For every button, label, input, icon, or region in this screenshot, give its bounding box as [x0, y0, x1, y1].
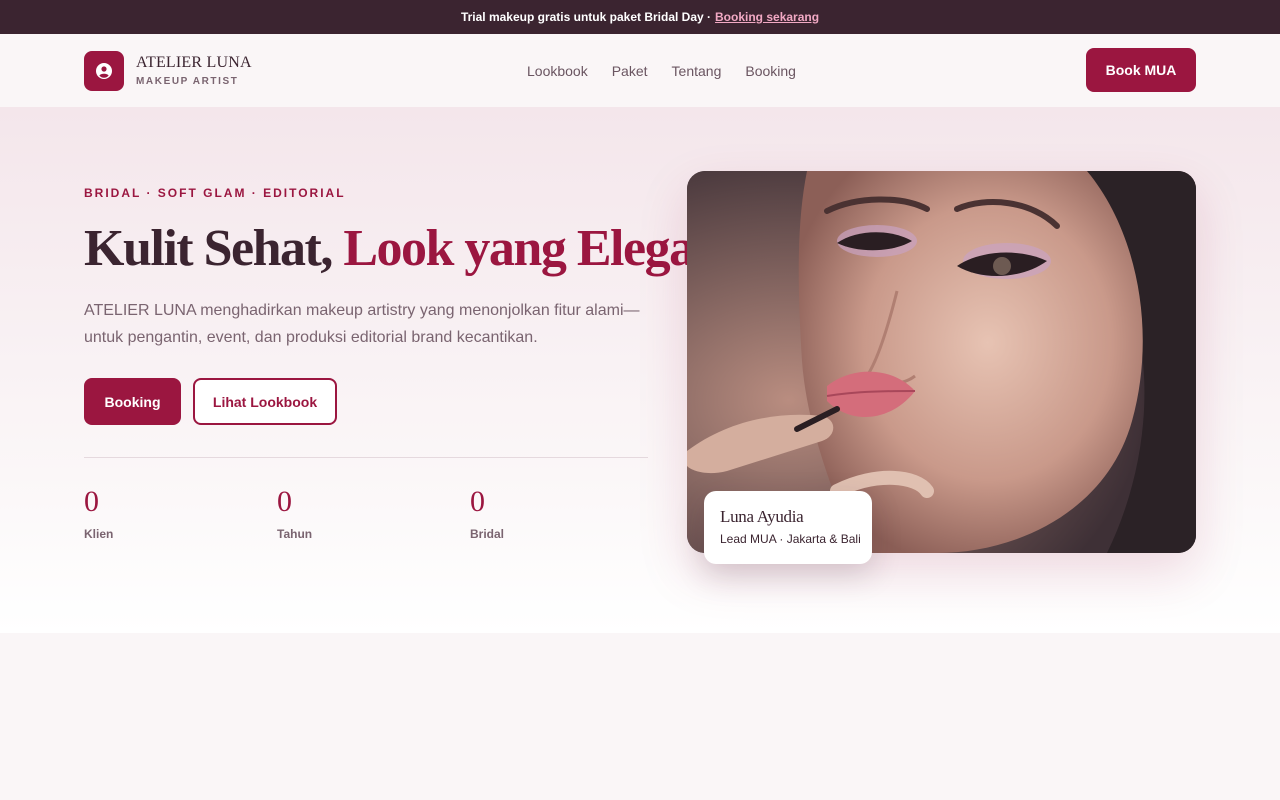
- hero-cta-row: Booking Lihat Lookbook: [84, 378, 337, 425]
- caption-role: Lead MUA · Jakarta & Bali: [720, 532, 861, 546]
- hero-title-accent: Look yang Elegan: [343, 220, 722, 277]
- book-mua-button[interactable]: Book MUA: [1086, 48, 1196, 92]
- main-nav: Lookbook Paket Tentang Booking: [527, 34, 820, 107]
- user-circle-icon: [84, 50, 124, 91]
- caption-name: Luna Ayudia: [720, 507, 804, 526]
- nav-tentang[interactable]: Tentang: [672, 63, 722, 79]
- nav-booking[interactable]: Booking: [745, 63, 796, 79]
- stat-label: Klien: [84, 527, 114, 541]
- stat-value: 0: [277, 485, 292, 518]
- photo-caption-card: Luna Ayudia Lead MUA · Jakarta & Bali: [704, 491, 872, 564]
- brand-name: ATELIER LUNA: [136, 54, 252, 71]
- announcement-booking-link[interactable]: Booking sekarang: [715, 10, 819, 24]
- navbar: ATELIER LUNA MAKEUP ARTIST Lookbook Pake…: [0, 34, 1280, 107]
- announcement-bar: Trial makeup gratis untuk paket Bridal D…: [0, 0, 1280, 34]
- stat-label: Tahun: [277, 527, 313, 541]
- stat-value: 0: [470, 485, 485, 518]
- stat-years: 0 Tahun: [277, 485, 470, 541]
- nav-lookbook[interactable]: Lookbook: [527, 63, 588, 79]
- stat-value: 0: [84, 485, 99, 518]
- hero-divider: [84, 457, 648, 458]
- brand-subtitle: MAKEUP ARTIST: [136, 76, 239, 87]
- hero-eyebrow: BRIDAL · SOFT GLAM · EDITORIAL: [84, 186, 346, 200]
- nav-paket[interactable]: Paket: [612, 63, 648, 79]
- hero-section: BRIDAL · SOFT GLAM · EDITORIAL Kulit Seh…: [0, 107, 1280, 633]
- announcement-text: Trial makeup gratis untuk paket Bridal D…: [460, 10, 712, 24]
- brand-text: ATELIER LUNA MAKEUP ARTIST: [136, 54, 252, 87]
- stats-row: 0 Klien 0 Tahun 0 Bridal: [84, 485, 663, 541]
- lookbook-button[interactable]: Lihat Lookbook: [193, 378, 337, 425]
- booking-button[interactable]: Booking: [84, 378, 181, 425]
- hero-lead: ATELIER LUNA menghadirkan makeup artistr…: [84, 302, 640, 346]
- hero-title: Kulit Sehat, Look yang Elegan: [84, 219, 722, 278]
- stat-clients: 0 Klien: [84, 485, 277, 541]
- stat-label: Bridal: [470, 527, 505, 541]
- stat-bridal: 0 Bridal: [470, 485, 663, 541]
- hero-title-plain: Kulit Sehat,: [84, 220, 344, 277]
- brand[interactable]: ATELIER LUNA MAKEUP ARTIST: [84, 50, 252, 91]
